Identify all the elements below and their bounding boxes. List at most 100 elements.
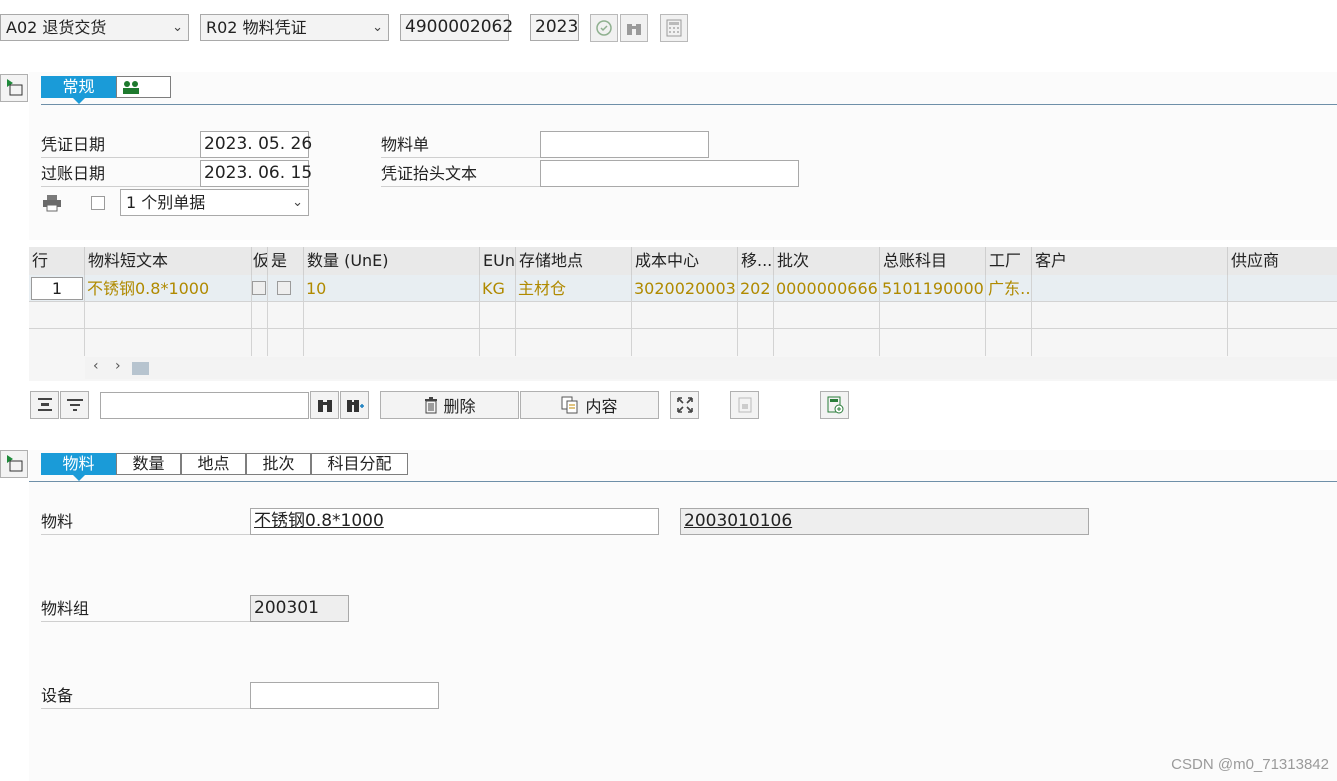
doc-number-field[interactable]: 4900002062 [400,14,513,41]
empty-cell[interactable] [738,302,774,329]
header-text-field[interactable] [540,160,799,187]
empty-cell[interactable] [774,329,880,356]
col-header-unit[interactable]: EUn [480,247,516,275]
table-row[interactable]: 1 [29,275,85,302]
tab-batch[interactable]: 批次 [246,453,311,475]
empty-cell[interactable] [304,329,480,356]
empty-cell[interactable] [268,329,304,356]
delete-button[interactable]: 删除 [380,391,519,419]
find-next-button[interactable] [340,391,369,419]
ref-doc-type-select[interactable]: R02 物料凭证 ⌄ [200,14,389,41]
print-option-select[interactable]: 1 个别单据 ⌄ [120,189,309,216]
empty-cell[interactable] [1228,302,1337,329]
cell-customer[interactable] [1032,275,1228,302]
empty-cell[interactable] [516,329,632,356]
col-header-flag[interactable]: 仮 [252,247,268,275]
posting-date-field[interactable]: 2023. 06. 15 [200,160,312,187]
tab-account-assignment[interactable]: 科目分配 [311,453,408,475]
tab-material[interactable]: 物料 [41,453,116,481]
cell-storage-location[interactable]: 主材仓 [516,275,632,302]
align-icon [37,398,52,411]
col-header-ok[interactable]: 是 [268,247,304,275]
tab-quantity[interactable]: 数量 [116,453,181,475]
empty-cell[interactable] [774,302,880,329]
detail-collapse-button[interactable] [0,450,28,478]
line-number[interactable]: 1 [31,277,83,300]
col-header-plant[interactable]: 工厂 [986,247,1032,275]
empty-cell[interactable] [880,302,986,329]
cell-movement[interactable]: 202 [738,275,774,302]
col-header-movement[interactable]: 移... [738,247,774,275]
empty-cell[interactable] [1032,302,1228,329]
empty-cell[interactable] [85,302,252,329]
col-header-cost-center[interactable]: 成本中心 [632,247,738,275]
col-header-line[interactable]: 行 [29,247,85,275]
material-group-field[interactable]: 200301 [250,595,349,622]
empty-cell[interactable] [516,302,632,329]
col-header-batch[interactable]: 批次 [774,247,880,275]
cell-unit[interactable]: KG [480,275,516,302]
col-header-storage-location[interactable]: 存储地点 [516,247,632,275]
material-number-field[interactable]: 2003010106 [680,508,1089,535]
horizontal-scrollbar[interactable]: ‹ › [85,357,1337,379]
cell-vendor[interactable] [1228,275,1337,302]
cell-flag[interactable] [252,275,268,302]
cell-batch[interactable]: 0000000666 [774,275,880,302]
flag-checkbox[interactable] [252,281,266,295]
col-header-vendor[interactable]: 供应商 [1228,247,1337,275]
table-row[interactable] [29,302,85,329]
col-header-customer[interactable]: 客户 [1032,247,1228,275]
empty-cell[interactable] [252,302,268,329]
execute-button[interactable] [590,14,618,42]
cell-quantity[interactable]: 10 [304,275,480,302]
calculator-button[interactable] [660,14,688,42]
tab-general[interactable]: 常规 [41,76,116,104]
empty-cell[interactable] [738,329,774,356]
col-header-gl-account[interactable]: 总账科目 [880,247,986,275]
cell-ok[interactable] [268,275,304,302]
col-header-material-text[interactable]: 物料短文本 [85,247,252,275]
material-slip-field[interactable] [540,131,709,158]
doc-year-field[interactable]: 2023 [530,14,579,41]
cell-material-text[interactable]: 不锈钢0.8*1000 [85,275,252,302]
cell-plant[interactable]: 广东… [986,275,1032,302]
ok-checkbox[interactable] [277,281,291,295]
empty-cell[interactable] [880,329,986,356]
doc-date-field[interactable]: 2023. 05. 26 [200,131,312,158]
empty-cell[interactable] [1228,329,1337,356]
tab-location[interactable]: 地点 [181,453,246,475]
scroll-right-icon[interactable]: › [115,358,121,374]
empty-cell[interactable] [268,302,304,329]
empty-cell[interactable] [986,302,1032,329]
equipment-field[interactable] [250,682,439,709]
empty-cell[interactable] [480,329,516,356]
find-button[interactable] [620,14,648,42]
find-in-grid-button[interactable] [310,391,339,419]
disabled-tool-button[interactable] [730,391,759,419]
content-button[interactable]: 内容 [520,391,659,419]
empty-cell[interactable] [1032,329,1228,356]
empty-cell[interactable] [632,302,738,329]
empty-cell[interactable] [252,329,268,356]
align-top-button[interactable] [30,391,59,419]
empty-cell[interactable] [85,329,252,356]
table-row[interactable] [29,329,85,356]
empty-cell[interactable] [304,302,480,329]
action-select[interactable]: A02 退货交货 ⌄ [0,14,189,41]
empty-cell[interactable] [986,329,1032,356]
expand-button[interactable] [670,391,699,419]
scroll-left-icon[interactable]: ‹ [93,358,99,374]
print-checkbox[interactable] [91,196,105,210]
col-header-quantity[interactable]: 数量 (UnE) [304,247,480,275]
header-collapse-button[interactable] [0,74,28,102]
calc-add-button[interactable] [820,391,849,419]
material-text-field[interactable]: 不锈钢0.8*1000 [250,508,659,535]
empty-cell[interactable] [632,329,738,356]
grid-search-input[interactable] [100,392,309,419]
scroll-thumb[interactable] [132,362,149,375]
empty-cell[interactable] [480,302,516,329]
cell-gl-account[interactable]: 5101190000 [880,275,986,302]
filter-button[interactable] [60,391,89,419]
tab-partner[interactable] [116,76,171,98]
cell-cost-center[interactable]: 3020020003 [632,275,738,302]
